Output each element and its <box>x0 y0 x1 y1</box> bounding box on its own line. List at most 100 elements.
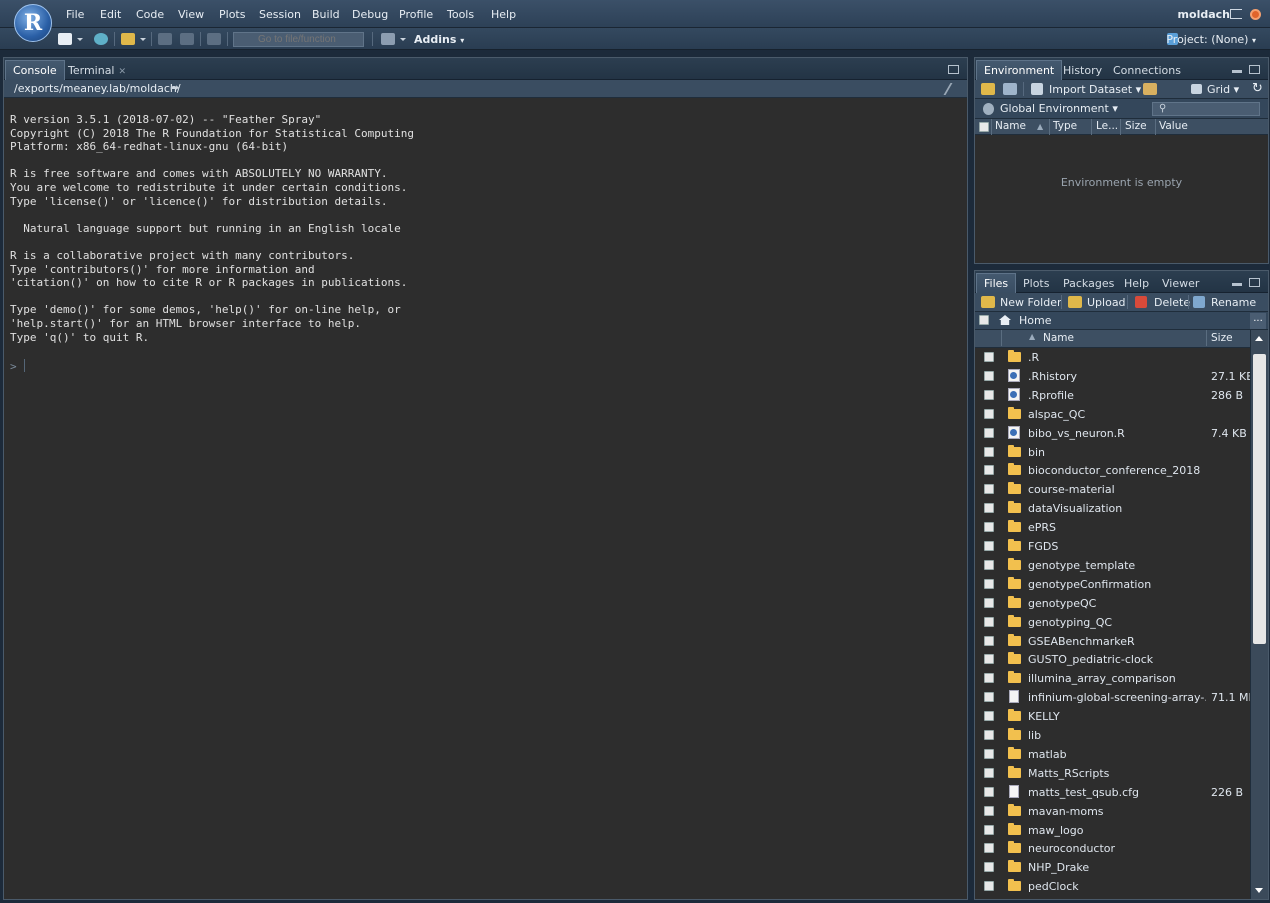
go-to-directory-icon[interactable]: ➦ <box>170 81 179 94</box>
file-row[interactable]: GSEABenchmarkeR <box>975 632 1250 651</box>
tab-environment[interactable]: Environment <box>976 60 1063 80</box>
file-row[interactable]: maw_logo <box>975 821 1250 840</box>
console-input-cursor[interactable] <box>24 359 25 372</box>
file-row[interactable]: genotypeQC <box>975 594 1250 613</box>
rename-button[interactable]: Rename <box>1211 296 1256 309</box>
file-name[interactable]: lib <box>1028 729 1206 742</box>
row-checkbox[interactable] <box>984 711 994 722</box>
menu-code[interactable]: Code <box>136 8 164 21</box>
import-dataset-button[interactable]: Import Dataset ▾ <box>1049 83 1141 96</box>
file-name[interactable]: GUSTO_pediatric-clock <box>1028 653 1206 666</box>
file-name[interactable]: Matts_RScripts <box>1028 767 1206 780</box>
file-name[interactable]: .Rprofile <box>1028 389 1206 402</box>
file-name[interactable]: infinium-global-screening-array-... <box>1028 691 1206 704</box>
save-workspace-icon[interactable] <box>1003 83 1017 95</box>
new-file-caret-icon[interactable] <box>77 38 83 41</box>
file-row[interactable]: course-material <box>975 480 1250 499</box>
row-checkbox[interactable] <box>984 748 994 759</box>
row-checkbox[interactable] <box>984 465 994 476</box>
tab-console[interactable]: Console <box>5 60 65 80</box>
scrollbar-thumb[interactable] <box>1253 354 1266 644</box>
row-checkbox[interactable] <box>984 786 994 797</box>
maximize-pane-icon[interactable] <box>1249 278 1260 287</box>
file-name[interactable]: NHP_Drake <box>1028 861 1206 874</box>
file-name[interactable]: course-material <box>1028 483 1206 496</box>
grid-view-button[interactable]: Grid ▾ <box>1207 83 1239 96</box>
row-checkbox[interactable] <box>984 503 994 514</box>
environment-search-input[interactable]: ⚲ <box>1152 102 1260 116</box>
file-name[interactable]: bioconductor_conference_2018 <box>1028 464 1206 477</box>
file-name[interactable]: illumina_array_comparison <box>1028 672 1206 685</box>
file-name[interactable]: genotypeConfirmation <box>1028 578 1206 591</box>
file-row[interactable]: Matts_RScripts <box>975 764 1250 783</box>
file-row[interactable]: genotype_template <box>975 556 1250 575</box>
file-row[interactable]: GUSTO_pediatric-clock <box>975 650 1250 669</box>
menu-edit[interactable]: Edit <box>100 8 121 21</box>
row-checkbox[interactable] <box>984 654 994 665</box>
row-checkbox[interactable] <box>984 446 994 457</box>
tab-viewer[interactable]: Viewer <box>1154 273 1207 293</box>
file-row[interactable]: matts_test_qsub.cfg 226 B <box>975 783 1250 802</box>
menu-tools[interactable]: Tools <box>447 8 474 21</box>
file-name[interactable]: maw_logo <box>1028 824 1206 837</box>
menu-file[interactable]: File <box>66 8 84 21</box>
column-name[interactable]: Name <box>1043 332 1074 344</box>
row-checkbox[interactable] <box>984 559 994 570</box>
project-menu[interactable]: Project: (None) ▾ <box>1166 33 1256 46</box>
row-checkbox[interactable] <box>984 881 994 892</box>
menu-debug[interactable]: Debug <box>352 8 388 21</box>
file-name[interactable]: matts_test_qsub.cfg <box>1028 786 1206 799</box>
file-name[interactable]: genotyping_QC <box>1028 616 1206 629</box>
scroll-down-icon[interactable] <box>1255 888 1263 893</box>
file-name[interactable]: KELLY <box>1028 710 1206 723</box>
breadcrumb-home[interactable]: Home <box>1019 314 1051 327</box>
file-name[interactable]: ePRS <box>1028 521 1206 534</box>
home-icon[interactable] <box>999 315 1011 325</box>
file-name[interactable]: .R <box>1028 351 1206 364</box>
clear-objects-icon[interactable] <box>1143 83 1157 95</box>
file-row[interactable]: genotyping_QC <box>975 613 1250 632</box>
workspace-panes-caret-icon[interactable] <box>400 38 406 41</box>
file-row[interactable]: KELLY <box>975 707 1250 726</box>
file-row[interactable]: mavan-moms <box>975 802 1250 821</box>
file-row[interactable]: dataVisualization <box>975 499 1250 518</box>
row-checkbox[interactable] <box>984 427 994 438</box>
row-checkbox[interactable] <box>984 824 994 835</box>
row-checkbox[interactable] <box>984 862 994 873</box>
new-file-icon[interactable] <box>58 33 72 45</box>
row-checkbox[interactable] <box>984 730 994 740</box>
file-name[interactable]: mavan-moms <box>1028 805 1206 818</box>
close-icon[interactable]: ✕ <box>119 67 127 77</box>
clear-console-icon[interactable] <box>943 83 965 95</box>
save-all-icon[interactable] <box>180 33 194 45</box>
row-checkbox[interactable] <box>984 635 994 646</box>
minimize-pane-icon[interactable] <box>1232 70 1242 73</box>
file-name[interactable]: neuroconductor <box>1028 842 1206 855</box>
file-name[interactable]: GSEABenchmarkeR <box>1028 635 1206 648</box>
maximize-pane-icon[interactable] <box>948 65 959 74</box>
file-row[interactable]: bin <box>975 443 1250 462</box>
file-row[interactable]: FGDS <box>975 537 1250 556</box>
more-options-button[interactable]: ... <box>1250 313 1266 329</box>
row-checkbox[interactable] <box>984 692 994 703</box>
column-length[interactable]: Le... <box>1096 120 1118 132</box>
file-name[interactable]: pedClock <box>1028 880 1206 893</box>
file-name[interactable]: alspac_QC <box>1028 408 1206 421</box>
load-workspace-icon[interactable] <box>981 83 995 95</box>
file-row[interactable]: pedClock <box>975 877 1250 896</box>
row-checkbox[interactable] <box>984 541 994 551</box>
row-checkbox[interactable] <box>984 843 994 854</box>
file-row[interactable]: matlab <box>975 745 1250 764</box>
minimize-pane-icon[interactable] <box>1232 283 1242 286</box>
file-row[interactable]: .R <box>975 348 1250 367</box>
upload-button[interactable]: Upload <box>1087 296 1126 309</box>
file-row[interactable]: .Rhistory 27.1 KB <box>975 367 1254 386</box>
file-name[interactable]: dataVisualization <box>1028 502 1206 515</box>
tab-history[interactable]: History <box>1055 60 1110 80</box>
row-checkbox[interactable] <box>984 352 994 362</box>
file-row[interactable]: illumina_array_comparison <box>975 669 1250 688</box>
menu-view[interactable]: View <box>178 8 204 21</box>
sign-out-icon[interactable] <box>1230 9 1242 19</box>
column-type[interactable]: Type <box>1053 120 1077 132</box>
scroll-up-icon[interactable] <box>1255 336 1263 341</box>
